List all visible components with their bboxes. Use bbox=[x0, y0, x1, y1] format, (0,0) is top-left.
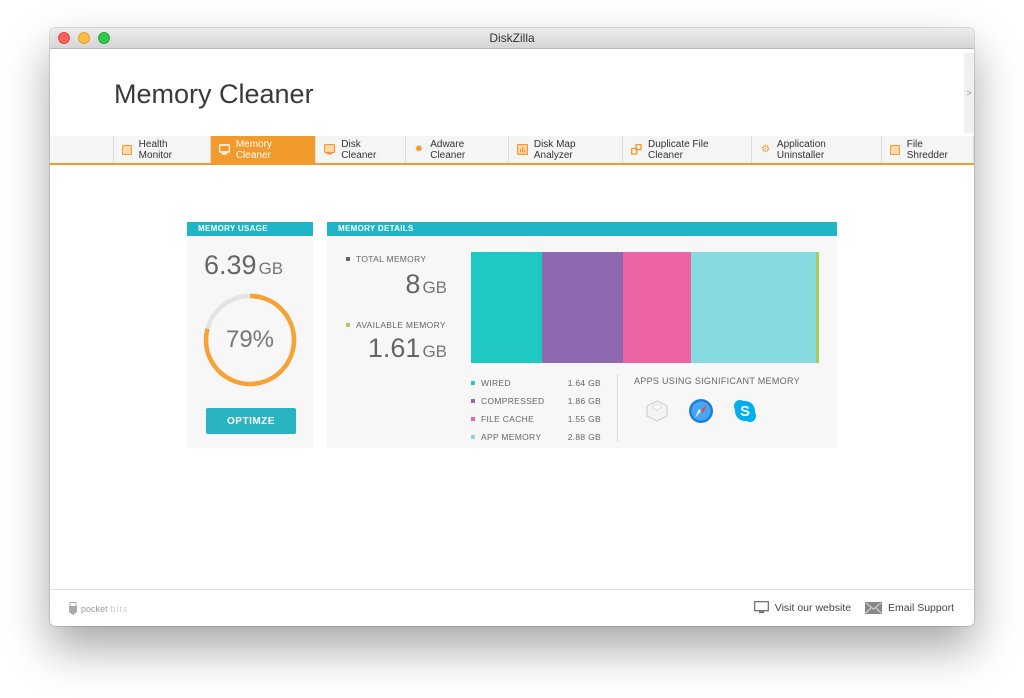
shredder-icon bbox=[890, 144, 901, 155]
safari-icon[interactable] bbox=[687, 397, 715, 425]
close-window-button[interactable] bbox=[58, 32, 70, 44]
module-tab-bar: Health Monitor Memory Cleaner Disk Clean… bbox=[50, 136, 974, 165]
chevron-right-icon: > bbox=[966, 88, 972, 98]
health-monitor-icon bbox=[122, 144, 133, 155]
legend-dot bbox=[471, 399, 475, 403]
legend-value: 2.88 GB bbox=[567, 432, 601, 442]
apps-title: APPS USING SIGNIFICANT MEMORY bbox=[634, 376, 800, 386]
page-title: Memory Cleaner bbox=[114, 79, 314, 109]
duplicate-icon bbox=[631, 144, 642, 155]
app-window: DiskZilla Memory Cleaner > Health Monito… bbox=[50, 28, 974, 626]
bar-segment-compressed bbox=[542, 252, 624, 363]
tab-file-shredder[interactable]: File Shredder bbox=[882, 136, 974, 163]
side-panel-toggle[interactable]: > bbox=[964, 53, 974, 133]
bar-segment-free bbox=[815, 252, 819, 363]
memory-legend: WIRED 1.64 GB COMPRESSED 1.86 GB FILE CACHE 1… bbox=[471, 374, 601, 446]
total-memory-dot bbox=[346, 257, 350, 261]
legend-dot bbox=[471, 417, 475, 421]
bar-segment-app-memory bbox=[690, 252, 816, 363]
legend-name: WIRED bbox=[481, 378, 511, 388]
tab-memory-cleaner[interactable]: Memory Cleaner bbox=[210, 136, 317, 163]
legend-name: FILE CACHE bbox=[481, 414, 535, 424]
bug-icon: ✹ bbox=[414, 144, 424, 155]
tab-health-monitor[interactable]: Health Monitor bbox=[113, 136, 211, 163]
usage-percent: 79% bbox=[225, 326, 275, 353]
panel-heading: MEMORY USAGE bbox=[187, 222, 313, 236]
window-title: DiskZilla bbox=[489, 31, 535, 45]
window-controls bbox=[58, 32, 110, 44]
main-content: MEMORY USAGE 6.39 GB 79% OPTIMZE MEMORY D… bbox=[50, 165, 974, 589]
legend-dot bbox=[471, 435, 475, 439]
generic-app-icon[interactable] bbox=[643, 397, 671, 425]
monitor-icon bbox=[753, 601, 769, 614]
title-bar: DiskZilla bbox=[50, 28, 974, 49]
svg-text:S: S bbox=[740, 403, 750, 420]
legend-dot bbox=[471, 381, 475, 385]
tab-label: Application Uninstaller bbox=[776, 138, 826, 161]
chart-icon bbox=[516, 144, 528, 155]
tab-disk-map-analyzer[interactable]: Disk Map Analyzer bbox=[509, 136, 623, 163]
tab-duplicate-file-cleaner[interactable]: Duplicate File Cleaner bbox=[623, 136, 753, 163]
skype-icon[interactable]: S bbox=[731, 397, 759, 425]
tab-label: Disk Map Analyzer bbox=[533, 138, 576, 161]
available-memory-dot bbox=[346, 323, 350, 327]
available-memory-value: 1.61 GB bbox=[367, 333, 447, 363]
disk-cleaner-icon bbox=[324, 144, 336, 155]
total-memory-value: 8 GB bbox=[405, 269, 447, 299]
minimize-window-button[interactable] bbox=[78, 32, 90, 44]
optimize-button[interactable]: OPTIMZE bbox=[206, 408, 296, 434]
tab-adware-cleaner[interactable]: ✹ Adware Cleaner bbox=[406, 136, 509, 163]
legend-value: 1.86 GB bbox=[567, 396, 601, 406]
memory-usage-panel: MEMORY USAGE 6.39 GB 79% OPTIMZE bbox=[187, 222, 313, 448]
tab-label: Health Monitor bbox=[138, 138, 173, 161]
legend-item: FILE CACHE 1.55 GB bbox=[471, 410, 601, 428]
used-memory-value: 6.39 GB bbox=[204, 250, 283, 281]
legend-name: APP MEMORY bbox=[481, 432, 542, 442]
used-memory-number: 6.39 bbox=[204, 250, 257, 280]
divider bbox=[617, 374, 618, 442]
shield-logo-icon bbox=[69, 602, 77, 615]
bar-segment-file-cache bbox=[623, 252, 691, 363]
total-memory-label: TOTAL MEMORY bbox=[346, 254, 426, 264]
tab-label: File Shredder bbox=[906, 138, 948, 161]
footer: pocket bits Visit our website Email Suppo… bbox=[50, 589, 974, 626]
used-memory-unit: GB bbox=[258, 259, 284, 278]
legend-item: WIRED 1.64 GB bbox=[471, 374, 601, 392]
available-memory-label: AVAILABLE MEMORY bbox=[346, 320, 446, 330]
gear-icon: ⚙ bbox=[761, 144, 771, 155]
bar-segment-wired bbox=[471, 252, 543, 363]
tab-label: Adware Cleaner bbox=[430, 138, 466, 161]
panel-heading: MEMORY DETAILS bbox=[327, 222, 837, 236]
monitor-icon bbox=[218, 144, 230, 155]
legend-item: APP MEMORY 2.88 GB bbox=[471, 428, 601, 446]
page-header: Memory Cleaner > bbox=[50, 49, 974, 136]
tab-label: Duplicate File Cleaner bbox=[647, 138, 709, 161]
legend-item: COMPRESSED 1.86 GB bbox=[471, 392, 601, 410]
email-support-link[interactable]: Email Support bbox=[865, 601, 954, 614]
tab-application-uninstaller[interactable]: ⚙ Application Uninstaller bbox=[752, 136, 883, 163]
visit-website-link[interactable]: Visit our website bbox=[753, 601, 851, 614]
memory-breakdown-bar bbox=[471, 252, 819, 363]
envelope-icon bbox=[865, 601, 883, 614]
legend-value: 1.64 GB bbox=[567, 378, 601, 388]
tab-disk-cleaner[interactable]: Disk Cleaner bbox=[316, 136, 406, 163]
tab-label: Memory Cleaner bbox=[235, 138, 272, 161]
significant-apps-list: S bbox=[643, 397, 759, 425]
legend-name: COMPRESSED bbox=[481, 396, 545, 406]
memory-details-panel: MEMORY DETAILS TOTAL MEMORY 8 GB AVAILABL… bbox=[327, 222, 837, 448]
tab-label: Disk Cleaner bbox=[341, 138, 377, 161]
maximize-window-button[interactable] bbox=[98, 32, 110, 44]
pocketbits-logo: pocket bits bbox=[68, 602, 129, 616]
legend-value: 1.55 GB bbox=[567, 414, 601, 424]
usage-donut: 79% bbox=[202, 292, 298, 388]
